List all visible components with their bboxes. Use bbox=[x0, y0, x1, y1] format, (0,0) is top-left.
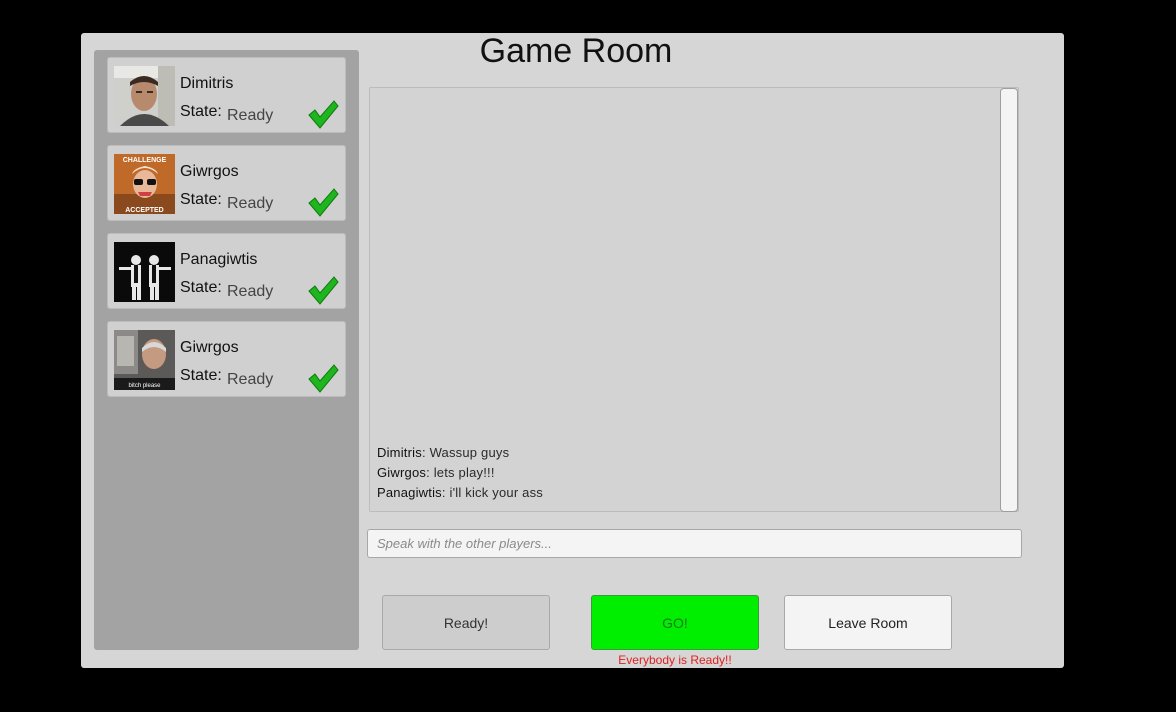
state-value: Ready bbox=[227, 195, 274, 212]
player-card: CHALLENGE ACCEPTED Giwrgos State: Ready bbox=[107, 145, 346, 221]
chat-message: Dimitris: Wassup guys bbox=[377, 443, 543, 463]
player-card: bitch please Giwrgos State: Ready bbox=[107, 321, 346, 397]
pulp-fiction-silhouette-icon bbox=[114, 242, 175, 302]
car-meme-icon: bitch please bbox=[114, 330, 175, 390]
state-value: Ready bbox=[227, 371, 274, 388]
ready-button[interactable]: Ready! bbox=[382, 595, 550, 650]
portrait-man-icon bbox=[114, 66, 175, 126]
chat-sender: Giwrgos bbox=[377, 465, 427, 480]
chat-separator: : bbox=[421, 445, 430, 460]
player-name: Panagiwtis bbox=[180, 251, 258, 268]
player-list: Dimitris State: Ready CHALLENGE ACCEPTED… bbox=[94, 50, 359, 650]
game-room-window: Game Room Dimitris State: Ready CHALLENG… bbox=[81, 33, 1064, 668]
chat-message: Panagiwtis: i'll kick your ass bbox=[377, 483, 543, 503]
state-label: State: bbox=[180, 191, 222, 208]
checkmark-icon bbox=[308, 276, 339, 305]
chat-sender: Dimitris bbox=[377, 445, 422, 460]
avatar-caption-top: CHALLENGE bbox=[123, 157, 167, 164]
chat-messages: Dimitris: Wassup guys Giwrgos: lets play… bbox=[377, 443, 543, 503]
status-message: Everybody is Ready!! bbox=[618, 653, 732, 667]
state-value: Ready bbox=[227, 283, 274, 300]
chat-text: i'll kick your ass bbox=[449, 485, 543, 500]
checkmark-icon bbox=[308, 188, 339, 217]
chat-separator: : bbox=[441, 485, 450, 500]
chat-log[interactable]: Dimitris: Wassup guys Giwrgos: lets play… bbox=[369, 87, 1019, 512]
state-value: Ready bbox=[227, 107, 274, 124]
player-name: Dimitris bbox=[180, 75, 234, 92]
chat-sender: Panagiwtis bbox=[377, 485, 442, 500]
player-name: Giwrgos bbox=[180, 339, 239, 356]
chat-input[interactable] bbox=[367, 529, 1022, 558]
chat-message: Giwrgos: lets play!!! bbox=[377, 463, 543, 483]
chat-text: Wassup guys bbox=[429, 445, 510, 460]
state-label: State: bbox=[180, 367, 222, 384]
chat-scrollbar[interactable] bbox=[1000, 88, 1018, 512]
checkmark-icon bbox=[308, 100, 339, 129]
chat-text: lets play!!! bbox=[433, 465, 495, 480]
avatar-caption-bottom: bitch please bbox=[128, 383, 161, 389]
player-card: Dimitris State: Ready bbox=[107, 57, 346, 133]
state-label: State: bbox=[180, 103, 222, 120]
player-card: Panagiwtis State: Ready bbox=[107, 233, 346, 309]
avatar-caption-bottom: ACCEPTED bbox=[125, 207, 164, 214]
challenge-accepted-meme-icon: CHALLENGE ACCEPTED bbox=[114, 154, 175, 214]
state-label: State: bbox=[180, 279, 222, 296]
page-title: Game Room bbox=[479, 32, 673, 70]
leave-room-button[interactable]: Leave Room bbox=[784, 595, 952, 650]
go-button[interactable]: GO! bbox=[591, 595, 759, 650]
checkmark-icon bbox=[308, 364, 339, 393]
chat-separator: : bbox=[426, 465, 434, 480]
player-name: Giwrgos bbox=[180, 163, 239, 180]
